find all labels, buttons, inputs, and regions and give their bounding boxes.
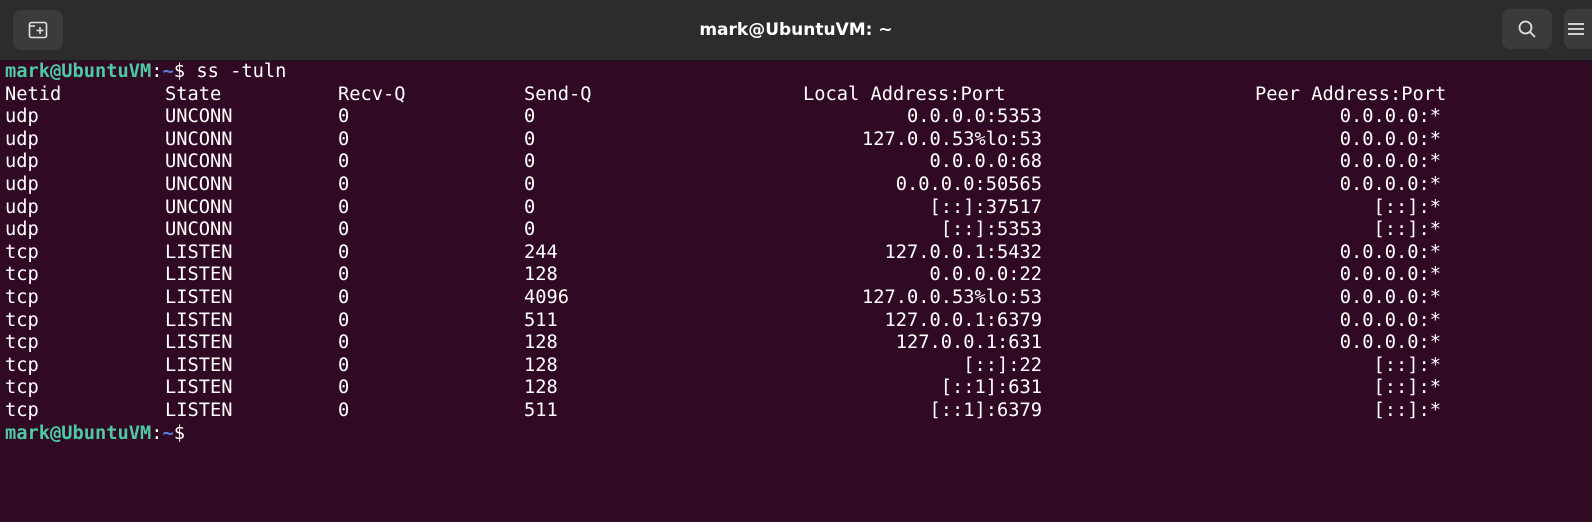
cell-peer-address: 0.0.0.0:* <box>1339 173 1441 195</box>
table-row: udp UNCONN 0 0 0.0.0.0:50565 0.0.0.0:* <box>5 174 1592 197</box>
header-local-address: Local Address:Port <box>803 83 1006 105</box>
prompt-symbol: $ <box>173 61 186 82</box>
table-row: udp UNCONN 0 0 127.0.0.53%lo:53 0.0.0.0:* <box>5 129 1592 152</box>
header-peer-address: Peer Address:Port <box>1255 83 1447 105</box>
prompt-user-host: mark@UbuntuVM <box>5 61 152 82</box>
prompt-user-host: mark@UbuntuVM <box>5 422 152 444</box>
table-row: udp UNCONN 0 0 0.0.0.0:5353 0.0.0.0:* <box>5 106 1592 129</box>
table-row: tcp LISTEN 0 4096 127.0.0.53%lo:53 0.0.0.0:* <box>5 287 1592 310</box>
table-row: tcp LISTEN 0 244 127.0.0.1:5432 0.0.0.0:* <box>5 242 1592 265</box>
table-row: tcp LISTEN 0 128 0.0.0.0:22 0.0.0.0:* <box>5 264 1592 287</box>
command-text: ss -tuln <box>185 61 287 82</box>
cell-peer-address: [::]:* <box>1373 399 1441 421</box>
table-row: udp UNCONN 0 0 [::]:5353 [::]:* <box>5 219 1592 242</box>
table-row: udp UNCONN 0 0 0.0.0.0:68 0.0.0.0:* <box>5 151 1592 174</box>
terminal-output[interactable]: mark@UbuntuVM:~$ ss -tuln Netid State Re… <box>5 61 1592 522</box>
cell-peer-address: [::]:* <box>1373 354 1441 376</box>
cell-peer-address: 0.0.0.0:* <box>1339 332 1441 354</box>
prompt-symbol: $ <box>173 422 186 444</box>
table-row: tcp LISTEN 0 511 127.0.0.1:6379 0.0.0.0:* <box>5 310 1592 333</box>
cell-peer-address: [::]:* <box>1373 219 1441 241</box>
command-line: mark@UbuntuVM:~$ ss -tuln <box>5 61 1592 84</box>
search-icon <box>1518 20 1536 38</box>
header-state: State <box>165 83 222 105</box>
hamburger-menu-icon <box>1568 23 1584 35</box>
cell-peer-address: 0.0.0.0:* <box>1339 106 1441 128</box>
header-send-q: Send-Q <box>524 83 592 105</box>
table-row: udp UNCONN 0 0 [::]:37517 [::]:* <box>5 197 1592 220</box>
table-header: Netid State Recv-Q Send-Q Local Address:… <box>5 84 1592 107</box>
title-bar: mark@UbuntuVM: ~ <box>0 0 1592 61</box>
prompt-colon: : <box>151 422 163 444</box>
prompt-colon: : <box>151 61 163 82</box>
cell-peer-address: 0.0.0.0:* <box>1339 151 1441 173</box>
cell-peer-address: [::]:* <box>1373 196 1441 218</box>
cell-peer-address: [::]:* <box>1373 377 1441 399</box>
header-netid: Netid <box>5 83 62 105</box>
prompt-path: ~ <box>162 61 174 82</box>
cell-peer-address: 0.0.0.0:* <box>1339 128 1441 150</box>
table-row: tcp LISTEN 0 128 127.0.0.1:631 0.0.0.0:* <box>5 332 1592 355</box>
table-row: tcp LISTEN 0 128 [::]:22 [::]:* <box>5 355 1592 378</box>
table-row: tcp LISTEN 0 511 [::1]:6379 [::]:* <box>5 400 1592 423</box>
cell-peer-address: 0.0.0.0:* <box>1339 309 1441 331</box>
prompt-path: ~ <box>162 422 174 444</box>
search-button[interactable] <box>1502 9 1552 49</box>
header-recv-q: Recv-Q <box>338 83 406 105</box>
command-line-prompt: mark@UbuntuVM:~$ <box>5 423 1592 446</box>
cell-peer-address: 0.0.0.0:* <box>1339 264 1441 286</box>
cell-peer-address: 0.0.0.0:* <box>1339 241 1441 263</box>
table-row: tcp LISTEN 0 128 [::1]:631 [::]:* <box>5 377 1592 400</box>
window-title: mark@UbuntuVM: ~ <box>699 20 893 40</box>
cell-peer-address: 0.0.0.0:* <box>1339 286 1441 308</box>
menu-button[interactable] <box>1564 9 1592 49</box>
